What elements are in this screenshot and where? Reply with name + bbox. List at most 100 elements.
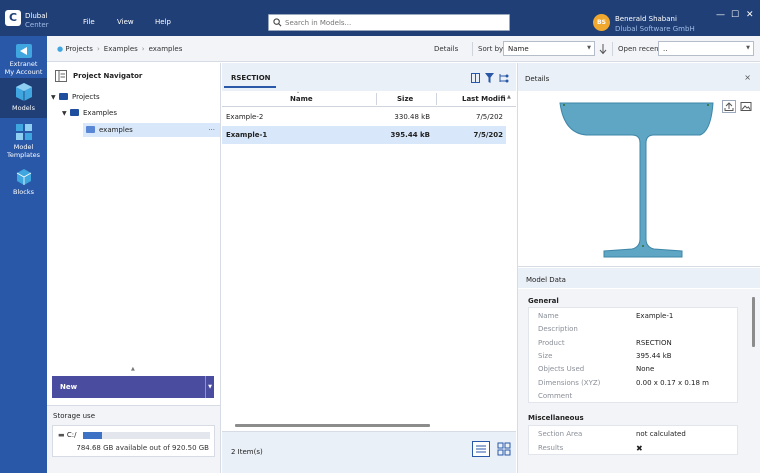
chevron-down-icon[interactable]: ▼ <box>205 376 214 398</box>
avatar[interactable]: BS <box>593 14 610 31</box>
dlubal-logo-icon: C <box>5 10 21 26</box>
menu-file[interactable]: File <box>83 18 95 26</box>
tree-item-examples[interactable]: ▼ Examples <box>62 106 219 120</box>
vertical-scrollbar[interactable] <box>752 297 755 347</box>
export-button[interactable] <box>722 100 736 113</box>
navigator-title: Project Navigator <box>73 72 143 80</box>
app-subtitle: Center <box>25 21 49 29</box>
horizontal-scrollbar[interactable] <box>235 424 430 427</box>
row-name: Example-2 <box>226 113 264 121</box>
new-button[interactable]: New ▼ <box>52 376 214 398</box>
models-icon <box>15 83 32 101</box>
sidebar-item-extranet[interactable]: Extranet My Account <box>0 40 47 82</box>
property-row: Name Example-1 <box>529 310 739 323</box>
menu-view[interactable]: View <box>117 18 134 26</box>
maximize-button[interactable]: ☐ <box>731 10 739 20</box>
property-row: Product RSECTION <box>529 337 739 350</box>
section-preview <box>518 91 760 267</box>
close-details-button[interactable]: × <box>744 73 751 82</box>
property-row: Section Area not calculated <box>529 428 739 441</box>
list-tab-title[interactable]: RSECTION <box>224 74 276 88</box>
scroll-up-icon[interactable]: ▲ <box>507 94 511 100</box>
storage-panel: Storage use ▬ C:/ 784.68 GB available ou… <box>47 405 220 473</box>
property-key: Description <box>538 325 578 333</box>
list-header: RSECTION <box>222 63 516 91</box>
sidebar-item-models[interactable]: Models <box>0 78 47 118</box>
sidebar-item-label: Extranet <box>9 60 38 68</box>
grid-view-button[interactable] <box>495 441 513 457</box>
tree-item-label: Projects <box>72 93 100 101</box>
app-name: Dlubal Center <box>25 12 49 30</box>
details-panel: Details × Model Data General Name Example… <box>517 63 760 473</box>
property-row: Description <box>529 323 739 336</box>
filter-icon[interactable] <box>485 73 494 83</box>
breadcrumb-examples-sub[interactable]: examples <box>149 45 183 53</box>
row-size: 330.48 kB <box>394 113 430 121</box>
user-company: Dlubal Software GmbH <box>615 25 695 33</box>
tree-view-icon[interactable] <box>498 73 509 83</box>
list-footer: 2 Item(s) <box>222 431 516 473</box>
sidebar-item-label: Blocks <box>13 188 34 196</box>
app-title: Dlubal <box>25 12 48 20</box>
tree-item-projects[interactable]: ▼ Projects <box>51 90 219 104</box>
folder-icon <box>70 108 79 116</box>
column-header-name[interactable]: Name <box>290 95 313 103</box>
navigator-icon <box>55 70 67 82</box>
sidebar-item-templates[interactable]: Model Templates <box>0 120 47 162</box>
chevron-right-icon: › <box>96 45 100 53</box>
row-size: 395.44 kB <box>390 131 430 139</box>
breadcrumb-projects[interactable]: Projects <box>65 45 93 53</box>
storage-available: 784.68 GB available out of 920.50 GB <box>76 444 209 452</box>
property-value: 0.00 x 0.17 x 0.18 m <box>636 379 709 387</box>
search-box[interactable] <box>268 14 510 31</box>
column-header-size[interactable]: Size <box>397 95 413 103</box>
list-view-button[interactable] <box>472 441 490 457</box>
table-header: ⌄ Name Size Last Modified ▲ <box>222 89 516 107</box>
tree-item-examples-folder[interactable]: examples ··· <box>83 123 220 137</box>
drive-label: ▬ C:/ <box>58 431 76 439</box>
tree-item-label: Examples <box>83 109 118 117</box>
column-separator[interactable] <box>376 93 377 105</box>
expand-triangle-icon[interactable]: ▼ <box>51 91 59 105</box>
property-value: None <box>636 365 655 373</box>
table-row[interactable]: Example-1 395.44 kB 7/5/202 <box>222 126 506 144</box>
project-navigator: Project Navigator ▼ Projects ▼ Examples ex… <box>47 63 221 473</box>
image-icon[interactable] <box>740 101 752 114</box>
user-info[interactable]: Benerald Shabani Dlubal Software GmbH <box>615 14 695 34</box>
column-separator[interactable] <box>436 93 437 105</box>
breadcrumb-examples[interactable]: Examples <box>104 45 138 53</box>
property-key: Size <box>538 352 553 360</box>
minimize-button[interactable]: — <box>716 10 725 20</box>
details-title: Details <box>525 75 550 83</box>
expand-triangle-icon[interactable]: ▼ <box>62 107 70 121</box>
property-row: Dimensions (XYZ) 0.00 x 0.17 x 0.18 m <box>529 377 739 390</box>
templates-icon <box>15 124 32 140</box>
sidebar-item-label: Models <box>12 104 35 112</box>
more-options-icon[interactable]: ··· <box>208 123 215 137</box>
home-icon: ● <box>57 45 64 53</box>
property-key: Dimensions (XYZ) <box>538 379 601 387</box>
property-key: Results <box>538 444 564 452</box>
property-key: Objects Used <box>538 365 585 373</box>
model-list-panel: RSECTION ⌄ Name Size Last Modified ▲ Exa… <box>222 63 516 473</box>
columns-icon[interactable] <box>471 73 480 83</box>
storage-bar-fill <box>83 432 103 439</box>
table-row[interactable]: Example-2 330.48 kB 7/5/202 <box>222 108 506 126</box>
menu-help[interactable]: Help <box>155 18 171 26</box>
close-window-button[interactable]: ✕ <box>746 10 754 20</box>
search-input[interactable] <box>285 17 505 29</box>
chevron-down-icon: ▼ <box>746 45 750 51</box>
sidebar-item-blocks[interactable]: Blocks <box>0 165 47 201</box>
tree-item-label: examples <box>99 126 133 134</box>
sort-by-select[interactable]: Name ▼ <box>503 41 595 56</box>
open-recent-select[interactable]: .. ▼ <box>658 41 754 56</box>
folder-icon <box>86 125 95 133</box>
column-header-modified[interactable]: Last Modified <box>462 95 506 103</box>
model-data-header: Model Data <box>518 268 760 288</box>
list-view-icon <box>476 445 486 453</box>
sort-by-label: Sort by <box>478 45 504 53</box>
panel-splitter[interactable]: ▲ <box>131 366 135 372</box>
sort-direction-icon[interactable] <box>599 43 607 55</box>
sidebar-item-label: Model <box>13 143 34 151</box>
chevron-right-icon: › <box>141 45 145 53</box>
